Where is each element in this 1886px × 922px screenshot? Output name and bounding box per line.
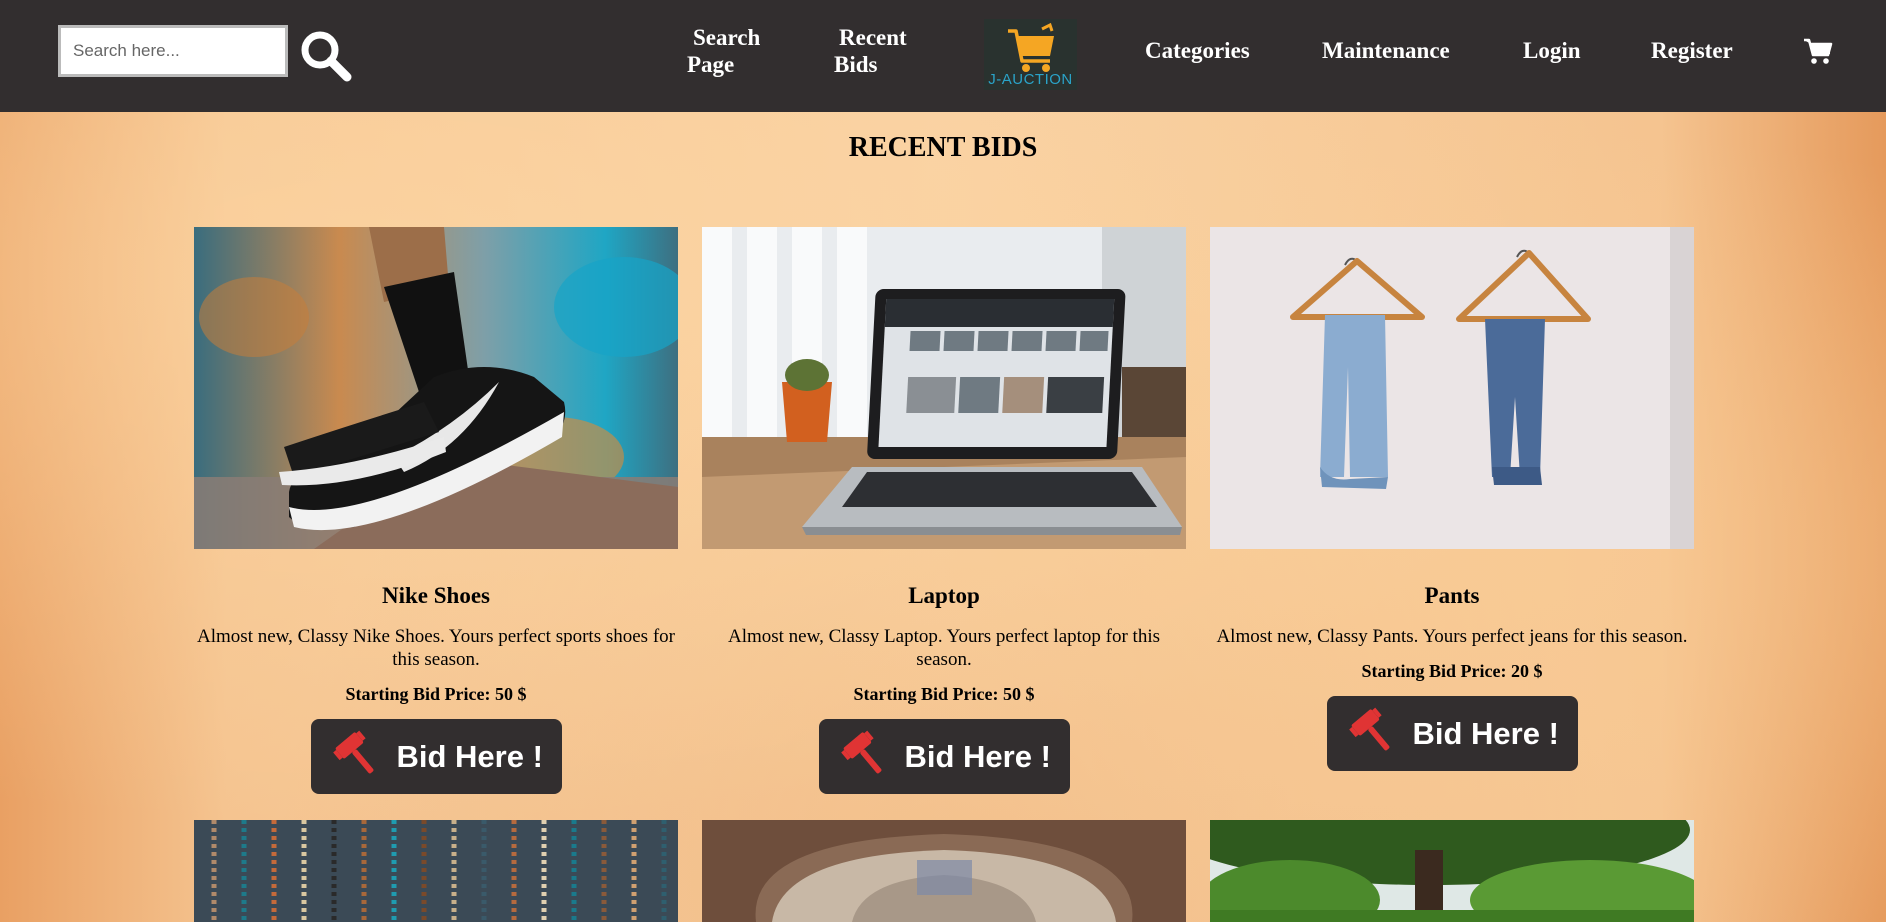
item-card: Laptop Almost new, Classy Laptop. Yours … — [702, 227, 1186, 794]
item-image-beads — [194, 820, 678, 922]
nav-recent-bids[interactable]: Recent Bids — [834, 24, 907, 78]
navbar: Search Page Recent Bids J-AUCTION Catego… — [0, 0, 1886, 112]
gavel-icon — [332, 730, 373, 774]
item-price: Starting Bid Price: 50 $ — [345, 684, 527, 704]
search-input[interactable] — [58, 25, 288, 77]
bid-button[interactable]: Bid Here ! — [1326, 696, 1578, 771]
logo[interactable]: J-AUCTION — [984, 19, 1077, 90]
nav-maintenance[interactable]: Maintenance — [1322, 37, 1450, 64]
nav-recent-bids-line2: Bids — [834, 52, 878, 77]
cart-button[interactable] — [1803, 37, 1833, 65]
nav-search-page-line2: Page — [687, 52, 735, 77]
bid-button-label: Bid Here ! — [904, 739, 1051, 774]
item-description: Almost new, Classy Pants. Yours perfect … — [1216, 626, 1688, 647]
gavel-icon — [1348, 707, 1389, 751]
item-image-tree — [1210, 820, 1694, 922]
bid-button-label: Bid Here ! — [396, 739, 543, 774]
nav-login[interactable]: Login — [1523, 37, 1581, 64]
page-title: RECENT BIDS — [848, 132, 1038, 163]
search-icon — [301, 31, 352, 82]
item-price: Starting Bid Price: 20 $ — [1361, 661, 1543, 681]
item-price: Starting Bid Price: 50 $ — [853, 684, 1035, 704]
nav-recent-bids-line1: Recent — [839, 25, 907, 50]
item-image-laptop — [702, 227, 1186, 549]
cart-icon — [1804, 38, 1833, 64]
bid-button[interactable]: Bid Here ! — [818, 719, 1070, 794]
bid-button-label: Bid Here ! — [1412, 716, 1559, 751]
search-button[interactable] — [298, 28, 354, 84]
item-card: Nike Shoes Almost new, Classy Nike Shoes… — [194, 227, 678, 794]
gavel-icon — [840, 730, 881, 774]
item-card: Pants Almost new, Classy Pants. Yours pe… — [1210, 227, 1694, 771]
logo-text: J-AUCTION — [988, 71, 1073, 88]
nav-search-page-line1: Search — [693, 25, 761, 50]
item-image-architecture — [702, 820, 1186, 922]
nav-search-page[interactable]: Search Page — [687, 24, 760, 78]
item-description: Almost new, Classy Nike Shoes. Yours per… — [197, 626, 675, 670]
item-image-shoes — [194, 227, 678, 549]
item-image-pants — [1210, 227, 1694, 549]
item-title: Laptop — [908, 583, 980, 608]
nav-register[interactable]: Register — [1651, 37, 1733, 64]
item-description: Almost new, Classy Laptop. Yours perfect… — [727, 626, 1161, 670]
item-title: Pants — [1424, 583, 1480, 608]
nav-categories[interactable]: Categories — [1145, 37, 1250, 64]
item-title: Nike Shoes — [382, 583, 490, 608]
bid-button[interactable]: Bid Here ! — [310, 719, 562, 794]
